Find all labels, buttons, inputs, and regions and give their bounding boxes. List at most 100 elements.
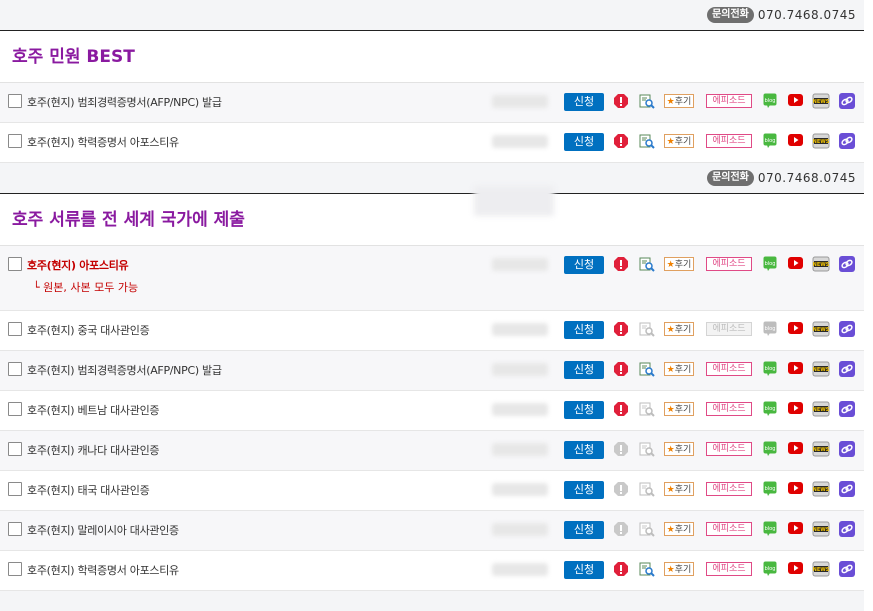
page-scrollbar[interactable] [864,0,873,611]
episode-badge[interactable]: 에피소드 [706,442,752,456]
document-search-icon[interactable] [639,362,655,377]
news-icon[interactable]: NEWS [812,521,830,537]
blog-icon[interactable]: blog [763,361,777,377]
review-badge[interactable]: ★후기 [664,257,694,271]
document-search-icon[interactable] [639,257,655,272]
row-checkbox[interactable] [8,94,22,108]
review-badge[interactable]: ★후기 [664,94,694,108]
apply-button[interactable]: 신청 [564,561,604,579]
link-icon[interactable] [839,256,855,272]
episode-badge[interactable]: 에피소드 [706,482,752,496]
row-checkbox[interactable] [8,442,22,456]
apply-button[interactable]: 신청 [564,401,604,419]
apply-button[interactable]: 신청 [564,93,604,111]
blog-icon[interactable]: blog [763,441,777,457]
youtube-icon[interactable] [788,442,803,454]
blog-icon[interactable]: blog [763,481,777,497]
link-icon[interactable] [839,133,855,149]
youtube-icon[interactable] [788,322,803,334]
youtube-icon[interactable] [788,94,803,106]
document-search-icon[interactable] [639,94,655,109]
youtube-icon[interactable] [788,362,803,374]
service-name[interactable]: 호주(현지) 학력증명서 아포스티유 [27,134,179,150]
youtube-icon[interactable] [788,257,803,269]
episode-badge[interactable]: 에피소드 [706,362,752,376]
warning-icon[interactable] [614,361,628,377]
warning-icon[interactable] [614,93,628,109]
youtube-icon[interactable] [788,522,803,534]
youtube-icon[interactable] [788,562,803,574]
row-checkbox[interactable] [8,562,22,576]
apply-button[interactable]: 신청 [564,481,604,499]
row-checkbox[interactable] [8,402,22,416]
link-icon[interactable] [839,93,855,109]
row-checkbox[interactable] [8,482,22,496]
warning-icon[interactable] [614,401,628,417]
link-icon[interactable] [839,561,855,577]
apply-button[interactable]: 신청 [564,521,604,539]
apply-button[interactable]: 신청 [564,441,604,459]
blog-icon[interactable]: blog [763,401,777,417]
warning-icon[interactable] [614,321,628,337]
service-name[interactable]: 호주(현지) 범죄경력증명서(AFP/NPC) 발급 [27,362,222,378]
news-icon[interactable]: NEWS [812,321,830,337]
episode-badge[interactable]: 에피소드 [706,562,752,576]
link-icon[interactable] [839,441,855,457]
apply-button[interactable]: 신청 [564,256,604,274]
row-checkbox[interactable] [8,322,22,336]
apply-button[interactable]: 신청 [564,133,604,151]
document-search-icon[interactable] [639,562,655,577]
news-icon[interactable]: NEWS [812,401,830,417]
row-checkbox[interactable] [8,522,22,536]
episode-badge[interactable]: 에피소드 [706,402,752,416]
blog-icon[interactable]: blog [763,256,777,272]
episode-badge[interactable]: 에피소드 [706,522,752,536]
youtube-icon[interactable] [788,482,803,494]
link-icon[interactable] [839,361,855,377]
row-checkbox[interactable] [8,134,22,148]
episode-badge[interactable]: 에피소드 [706,322,752,336]
episode-badge[interactable]: 에피소드 [706,94,752,108]
news-icon[interactable]: NEWS [812,481,830,497]
link-icon[interactable] [839,481,855,497]
document-search-icon[interactable] [639,522,655,537]
warning-icon[interactable] [614,521,628,537]
document-search-icon[interactable] [639,442,655,457]
document-search-icon[interactable] [639,322,655,337]
news-icon[interactable]: NEWS [812,93,830,109]
blog-icon[interactable]: blog [763,521,777,537]
service-name[interactable]: 호주(현지) 캐나다 대사관인증 [27,442,160,458]
row-checkbox[interactable] [8,362,22,376]
service-name[interactable]: 호주(현지) 태국 대사관인증 [27,482,150,498]
warning-icon[interactable] [614,481,628,497]
blog-icon[interactable]: blog [763,133,777,149]
contact-phone-number[interactable]: 070.7468.0745 [758,8,856,22]
youtube-icon[interactable] [788,402,803,414]
blog-icon[interactable]: blog [763,321,777,337]
document-search-icon[interactable] [639,134,655,149]
apply-button[interactable]: 신청 [564,361,604,379]
link-icon[interactable] [839,401,855,417]
service-name[interactable]: 호주(현지) 학력증명서 아포스티유 [27,562,179,578]
news-icon[interactable]: NEWS [812,133,830,149]
warning-icon[interactable] [614,441,628,457]
review-badge[interactable]: ★후기 [664,562,694,576]
row-checkbox[interactable] [8,257,22,271]
document-search-icon[interactable] [639,402,655,417]
youtube-icon[interactable] [788,134,803,146]
blog-icon[interactable]: blog [763,561,777,577]
service-name[interactable]: 호주(현지) 중국 대사관인증 [27,322,150,338]
link-icon[interactable] [839,321,855,337]
episode-badge[interactable]: 에피소드 [706,257,752,271]
review-badge[interactable]: ★후기 [664,522,694,536]
news-icon[interactable]: NEWS [812,361,830,377]
warning-icon[interactable] [614,133,628,149]
blog-icon[interactable]: blog [763,93,777,109]
apply-button[interactable]: 신청 [564,321,604,339]
service-name[interactable]: 호주(현지) 말레이시아 대사관인증 [27,522,179,538]
review-badge[interactable]: ★후기 [664,322,694,336]
service-name[interactable]: 호주(현지) 베트남 대사관인증 [27,402,160,418]
review-badge[interactable]: ★후기 [664,134,694,148]
review-badge[interactable]: ★후기 [664,482,694,496]
service-name[interactable]: 호주(현지) 범죄경력증명서(AFP/NPC) 발급 [27,94,222,110]
